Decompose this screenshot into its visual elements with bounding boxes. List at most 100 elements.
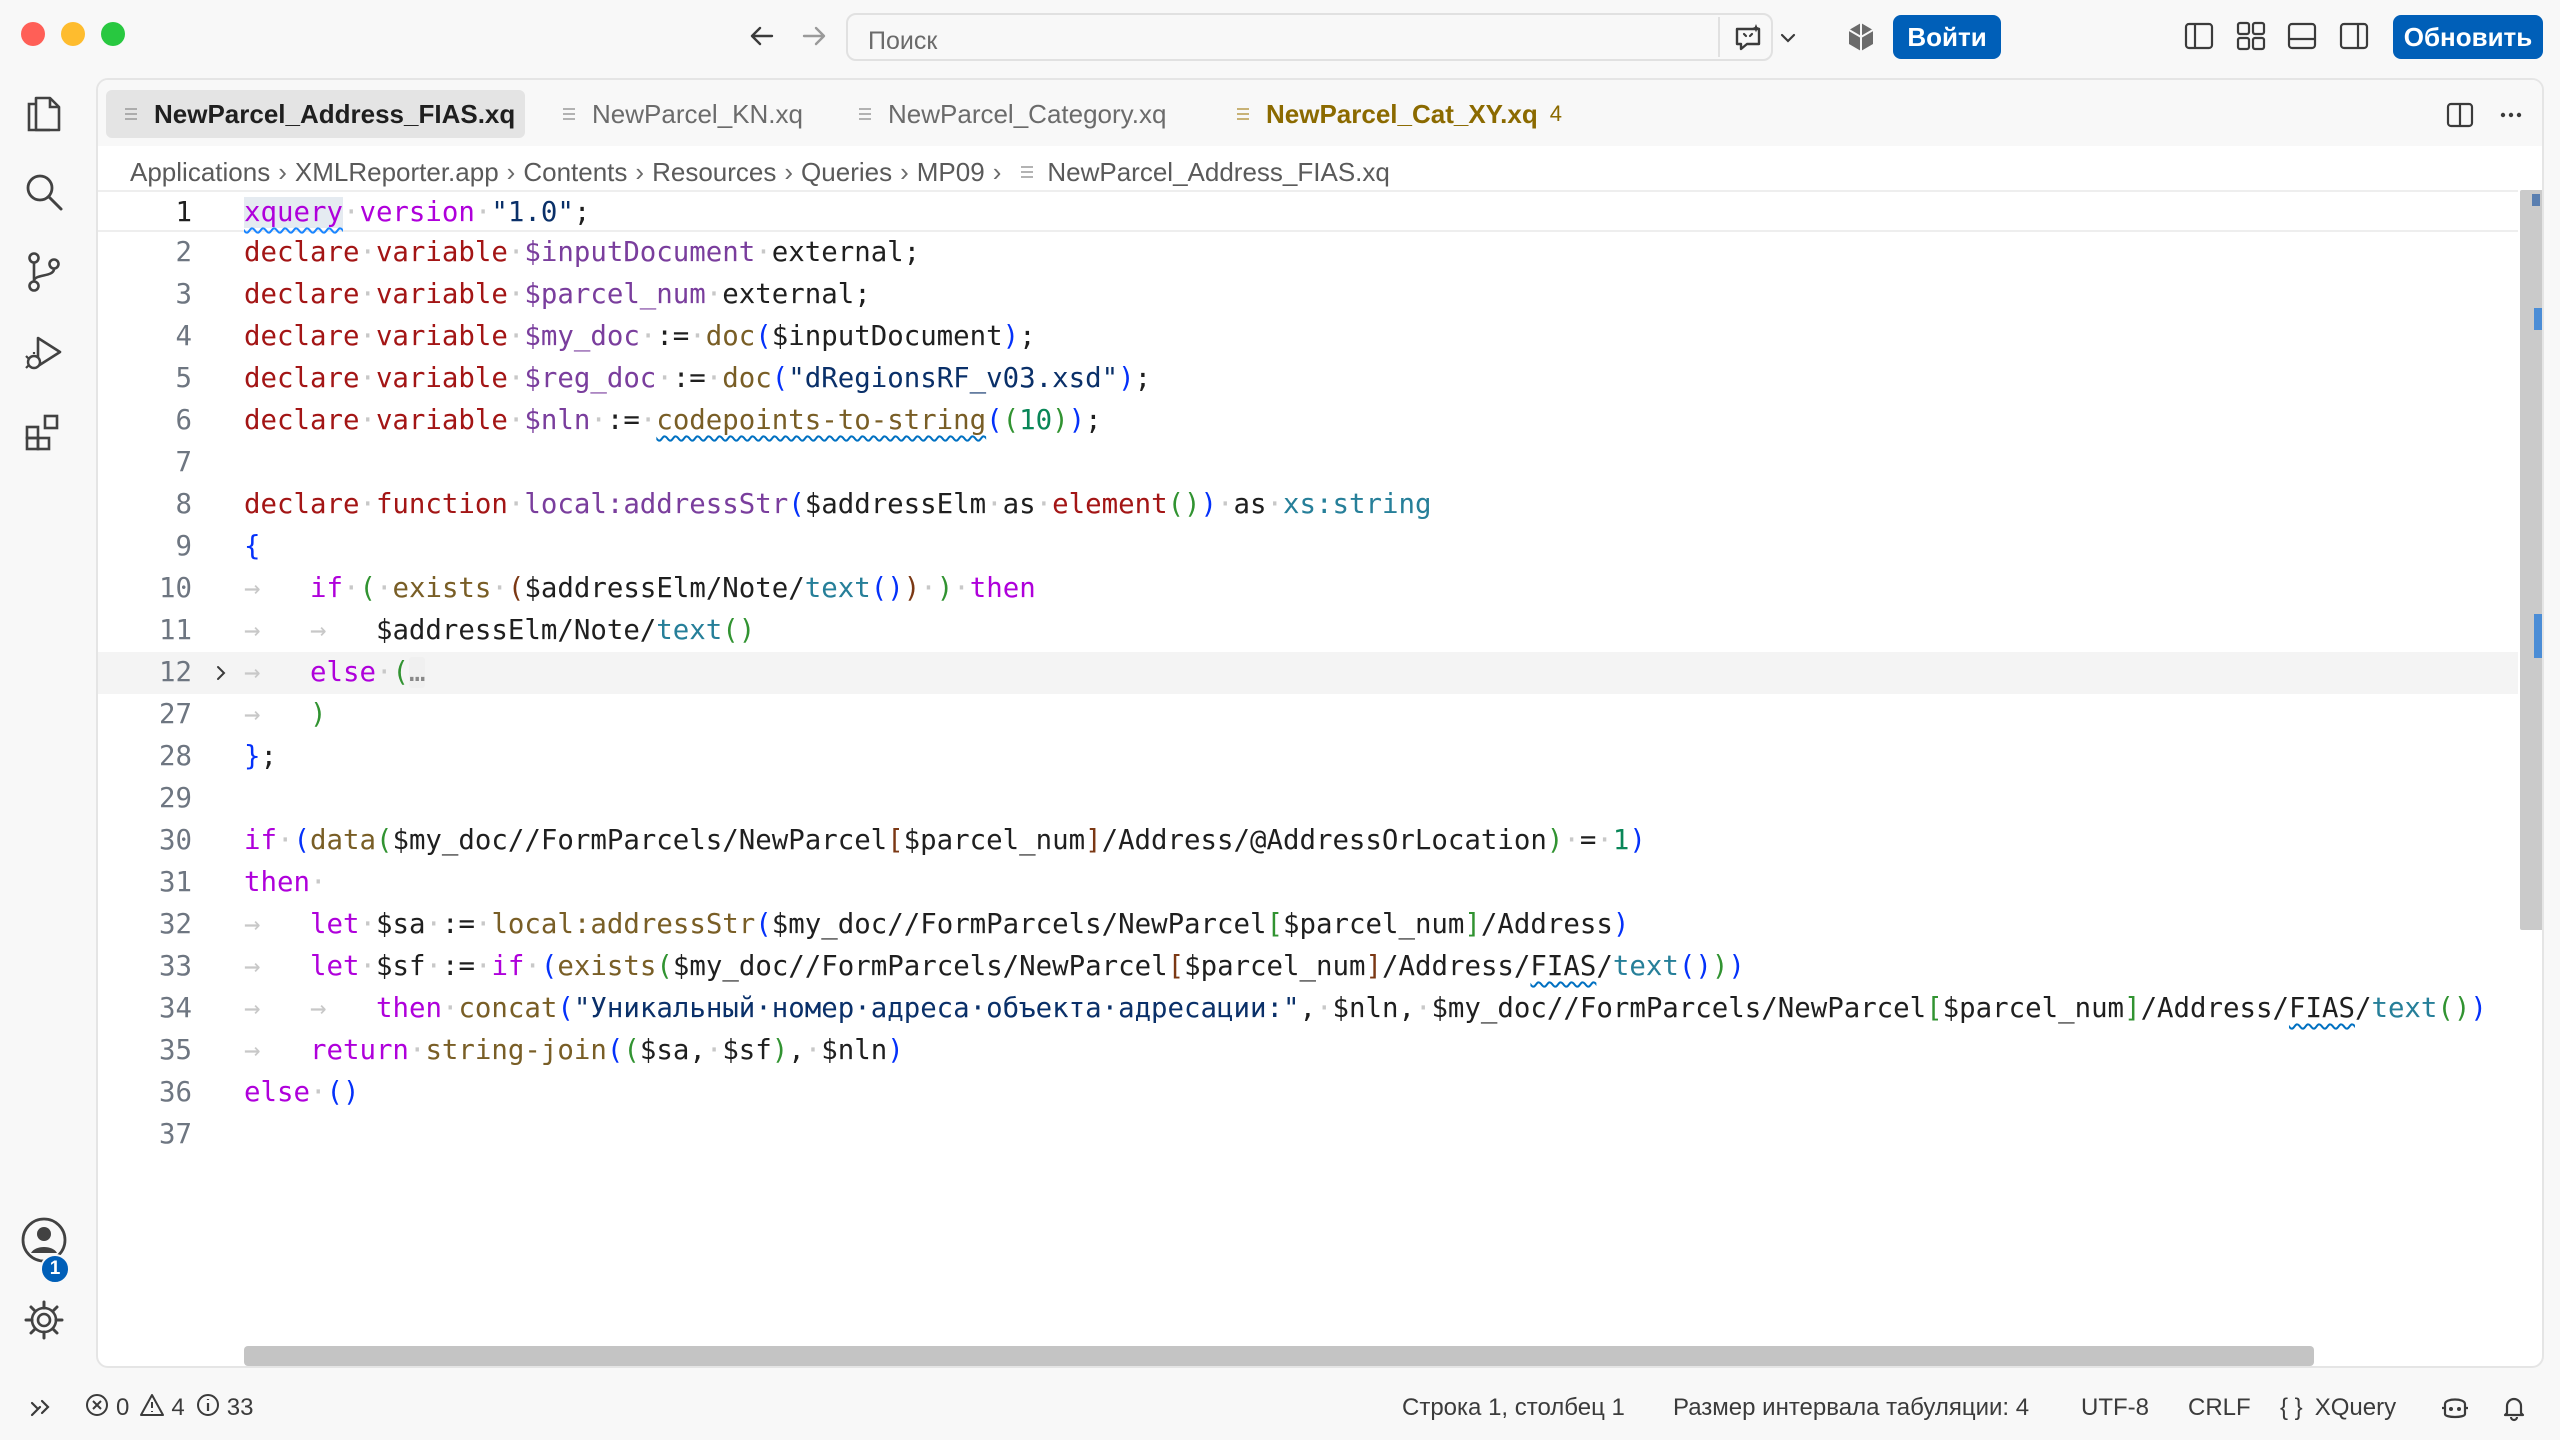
editor-tabs: NewParcel_Address_FIAS.xq NewParcel_KN.x… <box>98 80 2542 146</box>
breadcrumb-item[interactable]: XMLReporter.app <box>295 157 499 188</box>
update-button[interactable]: Обновить <box>2393 15 2543 59</box>
copilot-status-icon[interactable] <box>2439 1392 2477 1424</box>
layout-sidebar-right-icon[interactable] <box>2338 20 2372 54</box>
line-number: 30 <box>159 825 192 856</box>
arrow-right-icon[interactable] <box>796 18 832 54</box>
indentation[interactable]: Размер интервала табуляции: 4 <box>1673 1392 2029 1424</box>
line-text: { <box>244 531 261 562</box>
warning-icon <box>139 1392 171 1425</box>
code-line: 5 declare·variable·$reg_doc·:=·doc("dReg… <box>98 358 2518 400</box>
run-debug-icon[interactable] <box>20 328 68 376</box>
line-text: → let·$sa·:=·local:addressStr($my_doc//F… <box>244 909 1630 940</box>
line-number: 2 <box>175 237 193 268</box>
line-text: → let·$sf·:=·if·(exists($my_doc//FormPar… <box>244 951 1745 982</box>
layout-sidebar-left-icon[interactable] <box>2183 20 2217 54</box>
encoding[interactable]: UTF-8 <box>2081 1392 2149 1424</box>
status-bar: 0 4 33 Строка 1, столбец 1 Размер интерв… <box>0 1376 2560 1440</box>
code-line: 4 declare·variable·$my_doc·:=·doc($input… <box>98 316 2518 358</box>
code-line: 30 if·(data($my_doc//FormParcels/NewParc… <box>98 820 2518 862</box>
chevron-right-icon: › <box>784 156 794 187</box>
line-number: 34 <box>159 993 192 1024</box>
tab-newparcel-kn[interactable]: NewParcel_KN.xq <box>558 90 803 138</box>
error-count: 0 <box>116 1394 130 1421</box>
tab-newparcel-cat-xy[interactable]: NewParcel_Cat_XY.xq 4 <box>1232 90 1562 138</box>
lines-file-icon <box>1232 103 1254 125</box>
line-number: 33 <box>159 951 192 982</box>
lines-file-icon <box>1019 164 1035 180</box>
copilot-icon[interactable] <box>1732 23 1764 60</box>
bell-icon[interactable] <box>2500 1392 2534 1424</box>
window-maximize-button[interactable] <box>101 22 125 46</box>
remote-icon[interactable] <box>28 1392 60 1424</box>
tab-label: NewParcel_Category.xq <box>888 98 1167 129</box>
breadcrumb-item[interactable]: Queries <box>801 157 892 188</box>
line-number: 35 <box>159 1035 192 1066</box>
search-divider <box>1718 17 1720 57</box>
layout-panel-icon[interactable] <box>2286 20 2320 54</box>
line-text: declare·variable·$parcel_num·external; <box>244 279 871 310</box>
files-icon[interactable] <box>20 88 68 136</box>
settings-icon[interactable] <box>20 1296 68 1344</box>
chevron-right-icon: › <box>992 156 1002 187</box>
command-center-search[interactable]: Поиск <box>846 13 1796 61</box>
code-line: 32 → let·$sa·:=·local:addressStr($my_doc… <box>98 904 2518 946</box>
breadcrumb-item[interactable]: Applications <box>130 157 270 188</box>
code-line: 10 → if·(·exists·($addressElm/Note/text(… <box>98 568 2518 610</box>
line-number: 12 <box>159 657 192 688</box>
error-icon <box>84 1392 116 1425</box>
end-of-line[interactable]: CRLF <box>2188 1392 2251 1424</box>
tab-newparcel-category[interactable]: NewParcel_Category.xq <box>854 90 1166 138</box>
horizontal-scrollbar[interactable] <box>244 1346 2314 1366</box>
chevron-right-icon: › <box>900 156 909 187</box>
breadcrumb-item[interactable]: Contents <box>523 157 627 188</box>
line-text: else·() <box>244 1077 360 1108</box>
signin-button[interactable]: Войти <box>1893 15 2001 59</box>
line-number: 7 <box>175 447 193 478</box>
arrow-left-icon[interactable] <box>744 18 780 54</box>
code-line: 33 → let·$sf·:=·if·(exists($my_doc//Form… <box>98 946 2518 988</box>
source-control-icon[interactable] <box>20 248 68 296</box>
code-line: 35 → return·string-join(($sa,·$sf),·$nln… <box>98 1030 2518 1072</box>
overview-ruler-mark <box>2534 614 2542 658</box>
line-number: 1 <box>175 197 193 228</box>
cursor-position[interactable]: Строка 1, столбец 1 <box>1402 1392 1625 1424</box>
extensions-icon[interactable] <box>20 408 68 456</box>
chevron-down-icon[interactable] <box>1778 28 1798 53</box>
tab-newparcel-address-fias[interactable]: NewParcel_Address_FIAS.xq <box>106 90 526 138</box>
layout-grid-icon[interactable] <box>2235 20 2269 54</box>
code-line: 27 → ) <box>98 694 2518 736</box>
line-text: then· <box>244 867 327 898</box>
breadcrumb-item[interactable]: Resources <box>652 157 776 188</box>
split-editor-icon[interactable] <box>2443 98 2477 132</box>
breadcrumb-item[interactable]: NewParcel_Address_FIAS.xq <box>1047 157 1389 188</box>
language-mode[interactable]: { } XQuery <box>2280 1392 2396 1424</box>
line-text: declare·variable·$inputDocument·external… <box>244 237 921 268</box>
code-editor[interactable]: 1 xquery·version·"1.0"; 2 declare·variab… <box>98 190 2518 1320</box>
vertical-scrollbar[interactable] <box>2520 190 2542 930</box>
window-minimize-button[interactable] <box>61 22 85 46</box>
line-number: 37 <box>159 1119 192 1150</box>
chevron-right-icon: › <box>635 156 645 187</box>
line-text: xquery·version·"1.0"; <box>244 197 591 228</box>
line-text: → → then·concat("Уникальный·номер·адреса… <box>244 993 2487 1024</box>
cube-icon[interactable] <box>1844 20 1878 54</box>
breadcrumb-item[interactable]: MP09 <box>917 157 985 188</box>
line-number: 28 <box>159 741 192 772</box>
activity-bar: 1 <box>0 74 96 1374</box>
chevron-right-icon: › <box>506 156 516 187</box>
search-placeholder: Поиск <box>868 27 938 55</box>
line-number: 6 <box>175 405 193 436</box>
line-text: if·(data($my_doc//FormParcels/NewParcel[… <box>244 825 1646 856</box>
code-line: 9 { <box>98 526 2518 568</box>
tab-label: NewParcel_Cat_XY.xq <box>1266 98 1538 129</box>
settings-badge: 1 <box>40 1254 70 1284</box>
fold-chevron-icon[interactable] <box>212 652 232 694</box>
line-number: 11 <box>159 615 192 646</box>
more-icon[interactable] <box>2494 98 2528 132</box>
search-icon[interactable] <box>20 168 68 216</box>
code-line: 12 → else·(… <box>98 652 2518 694</box>
window-close-button[interactable] <box>21 22 45 46</box>
problems-indicator[interactable]: 0 4 33 <box>84 1392 253 1424</box>
line-text: → if·(·exists·($addressElm/Note/text())·… <box>244 573 1036 604</box>
line-number: 31 <box>159 867 192 898</box>
